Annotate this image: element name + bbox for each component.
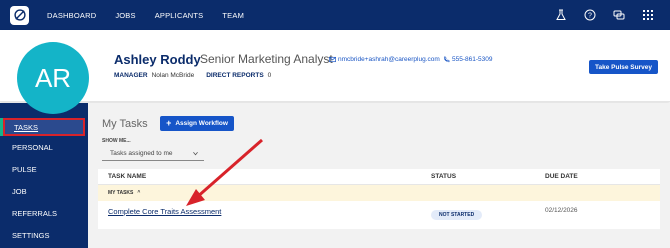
direct-reports-value: 0 xyxy=(267,72,272,79)
phone-text: 555-861-5309 xyxy=(452,56,493,63)
app-logo-icon[interactable] xyxy=(10,5,29,25)
table-row: Complete Core Traits Assessment NOT STAR… xyxy=(98,201,660,229)
column-task-name[interactable]: TASK NAME xyxy=(108,173,146,180)
direct-reports-label: DIRECT REPORTS xyxy=(206,72,264,79)
sidebar-item-pulse[interactable]: PULSE xyxy=(0,158,88,180)
status-badge: NOT STARTED xyxy=(431,210,483,220)
plus-icon: + xyxy=(166,118,172,128)
manager-label: MANAGER xyxy=(114,72,148,79)
assign-workflow-label: Assign Workflow xyxy=(175,120,228,127)
employee-title: Senior Marketing Analyst xyxy=(200,52,333,66)
chat-icon[interactable] xyxy=(612,8,626,22)
avatar: AR xyxy=(17,42,89,114)
phone-link[interactable]: 555-861-5309 xyxy=(443,56,492,63)
grid-icon[interactable] xyxy=(641,8,655,22)
task-filter-select[interactable]: Tasks assigned to me xyxy=(102,147,204,161)
profile-header: AR Ashley Roddy Senior Marketing Analyst… xyxy=(0,30,670,114)
page-title: My Tasks xyxy=(102,118,148,130)
sidebar-item-personal[interactable]: PERSONAL xyxy=(0,136,88,158)
help-icon[interactable]: ? xyxy=(583,8,597,22)
sidebar: TASKS PERSONAL PULSE JOB REFERRALS SETTI… xyxy=(0,103,88,248)
svg-text:?: ? xyxy=(588,13,592,20)
column-due-date[interactable]: DUE DATE xyxy=(545,173,578,180)
sidebar-item-referrals[interactable]: REFERRALS xyxy=(0,202,88,224)
profile-meta: MANAGER Nolan McBride DIRECT REPORTS 0 xyxy=(114,72,283,79)
nav-team[interactable]: TEAM xyxy=(222,11,244,20)
tasks-table: TASK NAME STATUS DUE DATE MY TASKS ^ Com… xyxy=(98,169,660,229)
employee-name: Ashley Roddy xyxy=(114,52,201,67)
chevron-down-icon xyxy=(193,152,198,156)
sidebar-item-settings[interactable]: SETTINGS xyxy=(0,224,88,246)
assign-workflow-button[interactable]: + Assign Workflow xyxy=(160,116,234,131)
due-date: 02/12/2026 xyxy=(545,207,578,214)
table-header: TASK NAME STATUS DUE DATE xyxy=(98,169,660,185)
flask-icon[interactable] xyxy=(554,8,568,22)
nav-jobs[interactable]: JOBS xyxy=(115,11,135,20)
email-link[interactable]: nmcbride+ashrah@careerplug.com xyxy=(329,56,440,63)
sidebar-item-tasks[interactable]: TASKS xyxy=(3,118,85,136)
take-pulse-survey-button[interactable]: Take Pulse Survey xyxy=(589,60,658,74)
top-navbar: DASHBOARD JOBS APPLICANTS TEAM ? xyxy=(0,0,670,30)
group-my-tasks[interactable]: MY TASKS ^ xyxy=(98,185,660,201)
email-text: nmcbride+ashrah@careerplug.com xyxy=(338,56,440,63)
chevron-up-icon: ^ xyxy=(137,190,141,196)
nav-applicants[interactable]: APPLICANTS xyxy=(155,11,204,20)
column-status[interactable]: STATUS xyxy=(431,173,456,180)
manager-value: Nolan McBride xyxy=(151,72,195,79)
task-filter-value: Tasks assigned to me xyxy=(110,150,173,157)
group-label: MY TASKS xyxy=(108,190,134,196)
main-content: My Tasks + Assign Workflow SHOW ME... Ta… xyxy=(88,103,670,248)
sidebar-item-job[interactable]: JOB xyxy=(0,180,88,202)
mail-icon xyxy=(329,56,336,63)
nav-dashboard[interactable]: DASHBOARD xyxy=(47,11,96,20)
phone-icon xyxy=(443,56,450,63)
task-link[interactable]: Complete Core Traits Assessment xyxy=(108,207,221,216)
show-me-label: SHOW ME... xyxy=(102,138,131,144)
